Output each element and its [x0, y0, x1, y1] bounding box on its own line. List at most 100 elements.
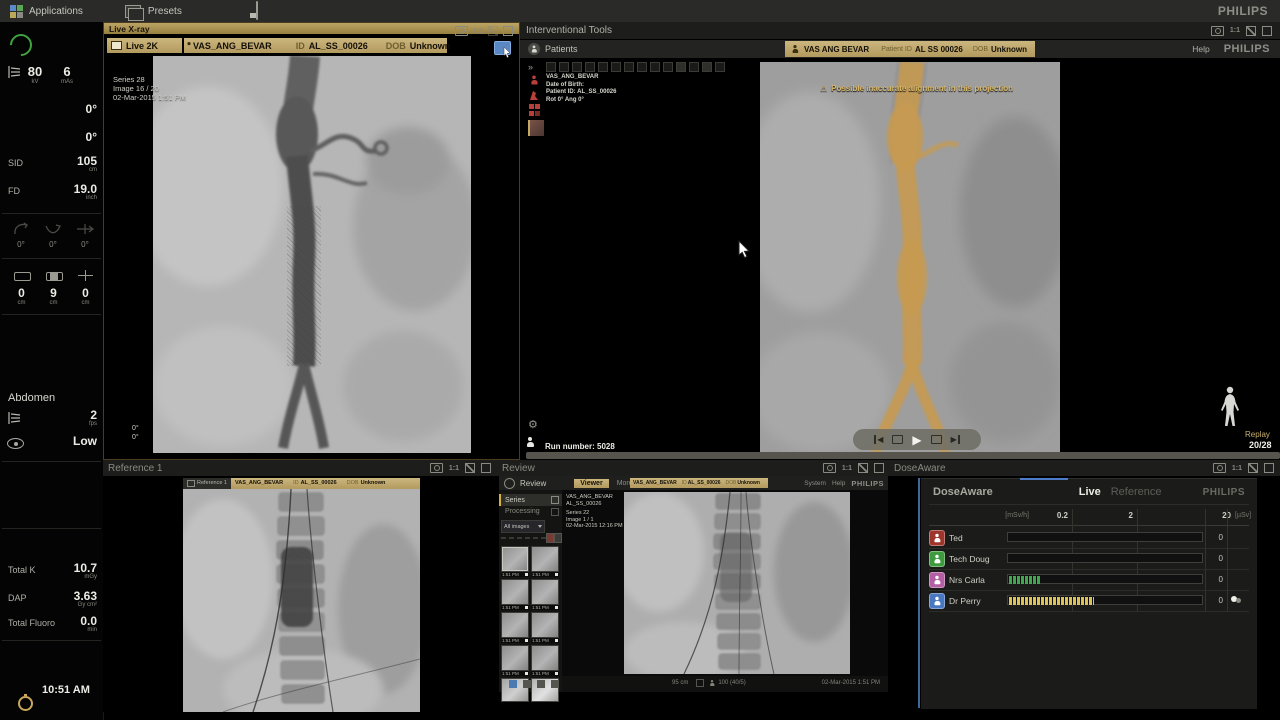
- presets-menu[interactable]: Presets: [125, 5, 182, 18]
- fluoro-flavor-value[interactable]: Low: [73, 434, 97, 448]
- expand-icon[interactable]: [465, 463, 475, 473]
- series-thumbnail[interactable]: 1:51 PM: [501, 579, 529, 610]
- next-run-button[interactable]: ▶: [951, 435, 960, 444]
- patient-marker-icon[interactable]: [528, 74, 540, 86]
- maximize-icon[interactable]: [1264, 463, 1274, 473]
- iv-scrollbar[interactable]: [526, 452, 1280, 459]
- staff-avatar: [929, 530, 945, 546]
- tool-marker-icon[interactable]: [528, 89, 540, 101]
- viewer-tab[interactable]: Viewer: [574, 479, 608, 488]
- live-2k-tab[interactable]: Live 2K: [107, 38, 182, 53]
- filter-button-1[interactable]: [546, 533, 554, 543]
- toolbar-icon[interactable]: [663, 62, 673, 72]
- one-to-one-icon[interactable]: 1:1: [473, 28, 483, 35]
- reference-image[interactable]: [183, 489, 420, 712]
- screen-copy-button[interactable]: [256, 2, 258, 20]
- back-icon[interactable]: [504, 478, 515, 489]
- delete-icon[interactable]: [551, 680, 559, 688]
- toolbar-icon[interactable]: [637, 62, 647, 72]
- tab-reference[interactable]: Reference: [1111, 486, 1162, 498]
- snapshot-icon[interactable]: [1211, 26, 1224, 36]
- snapshot-icon[interactable]: [455, 26, 468, 36]
- protocol-label[interactable]: Abdomen: [8, 392, 55, 404]
- toolbar-icon[interactable]: [598, 62, 608, 72]
- series-thumbnail[interactable]: 1:51 PM: [501, 612, 529, 643]
- presets-label: Presets: [148, 6, 182, 17]
- applications-menu[interactable]: Applications: [10, 5, 83, 18]
- one-to-one-icon[interactable]: 1:1: [842, 465, 852, 472]
- series-thumbnail[interactable]: 1:51 PM: [531, 645, 559, 676]
- toolbar-icon[interactable]: [572, 62, 582, 72]
- one-to-one-icon[interactable]: 1:1: [449, 465, 459, 472]
- toolbar-icon[interactable]: [559, 62, 569, 72]
- review-app-button[interactable]: Review: [520, 479, 546, 488]
- series-thumbnail[interactable]: 1:51 PM: [501, 546, 529, 577]
- tab-live[interactable]: Live: [1079, 486, 1101, 498]
- toolbar-icon[interactable]: [702, 62, 712, 72]
- divider: [2, 640, 101, 641]
- maximize-icon[interactable]: [481, 463, 491, 473]
- toolbar-icon[interactable]: [689, 62, 699, 72]
- series-nav-item[interactable]: Series: [499, 494, 562, 506]
- all-images-dropdown[interactable]: All images: [501, 520, 545, 533]
- series-thumbnail[interactable]: 1:51 PM: [531, 612, 559, 643]
- step-back-button[interactable]: [892, 435, 903, 444]
- help-menu[interactable]: Help: [832, 480, 845, 487]
- expand-icon[interactable]: [1246, 26, 1256, 36]
- review-titlebar[interactable]: Review 1:1: [497, 460, 890, 476]
- reference-tab[interactable]: Reference 1: [183, 478, 231, 489]
- kv-value[interactable]: 80: [24, 64, 46, 79]
- series-thumbnail[interactable]: 1:51 PM: [501, 645, 529, 676]
- patient-dob-label: DOB: [386, 41, 406, 51]
- grid-marker-icon[interactable]: [528, 104, 540, 116]
- image-number: Image 16 / 20: [113, 84, 186, 93]
- toolbar-icon[interactable]: [546, 62, 556, 72]
- review-image[interactable]: [624, 492, 850, 674]
- iv-3d-overlay-image[interactable]: [760, 62, 1060, 452]
- replay-label: Replay: [1245, 430, 1270, 439]
- fps-value[interactable]: 2: [90, 408, 97, 422]
- help-button[interactable]: Help: [1192, 44, 1209, 54]
- system-menu[interactable]: System: [804, 480, 826, 487]
- mas-unit: mAs: [56, 79, 78, 85]
- toolbar-icon[interactable]: [650, 62, 660, 72]
- snapshot-icon[interactable]: [823, 463, 836, 473]
- prev-run-button[interactable]: ◀: [874, 435, 883, 444]
- interventional-titlebar[interactable]: Interventional Tools 1:1: [520, 22, 1280, 40]
- toolbar-icon[interactable]: [676, 62, 686, 72]
- review-viewer: VAS_ANG_BEVAR AL_SS_00026 Series 22 Imag…: [562, 490, 888, 676]
- mas-value[interactable]: 6: [56, 64, 78, 79]
- one-to-one-icon[interactable]: 1:1: [1230, 27, 1240, 34]
- expand-icon[interactable]: [1248, 463, 1258, 473]
- gear-icon[interactable]: ⚙: [528, 418, 538, 431]
- filter-button-2[interactable]: [554, 533, 562, 543]
- export-icon[interactable]: [509, 680, 517, 688]
- sidebar-expand-chevrons[interactable]: »: [528, 62, 533, 72]
- kv-unit: kV: [24, 79, 46, 85]
- play-button[interactable]: ▶: [912, 433, 921, 447]
- series-thumbnail[interactable]: 1:51 PM: [531, 579, 559, 610]
- toolbar-icon[interactable]: [624, 62, 634, 72]
- snapshot-icon[interactable]: [430, 463, 443, 473]
- snapshot-icon[interactable]: [1213, 463, 1226, 473]
- toolbar-icon[interactable]: [715, 62, 725, 72]
- dose-badge-icon[interactable]: [1231, 595, 1243, 605]
- one-to-one-icon[interactable]: 1:1: [1232, 465, 1242, 472]
- print-icon[interactable]: [523, 680, 531, 688]
- reference-titlebar[interactable]: Reference 1 1:1: [103, 460, 497, 476]
- toolbar-icon[interactable]: [585, 62, 595, 72]
- toolbar-icon[interactable]: [611, 62, 621, 72]
- maximize-icon[interactable]: [874, 463, 884, 473]
- processing-nav-item[interactable]: Processing: [499, 506, 562, 517]
- active-run-thumbnail[interactable]: [528, 120, 544, 136]
- maximize-icon[interactable]: [503, 26, 513, 36]
- maximize-icon[interactable]: [1262, 26, 1272, 36]
- live-xray-image[interactable]: [153, 56, 471, 453]
- series-thumbnail[interactable]: 1:51 PM: [531, 546, 559, 577]
- patients-button[interactable]: Patients: [528, 43, 578, 55]
- expand-icon[interactable]: [488, 26, 498, 36]
- expand-icon[interactable]: [858, 463, 868, 473]
- step-forward-button[interactable]: [931, 435, 942, 444]
- doseaware-titlebar[interactable]: DoseAware 1:1: [890, 460, 1280, 476]
- archive-icon[interactable]: [537, 680, 545, 688]
